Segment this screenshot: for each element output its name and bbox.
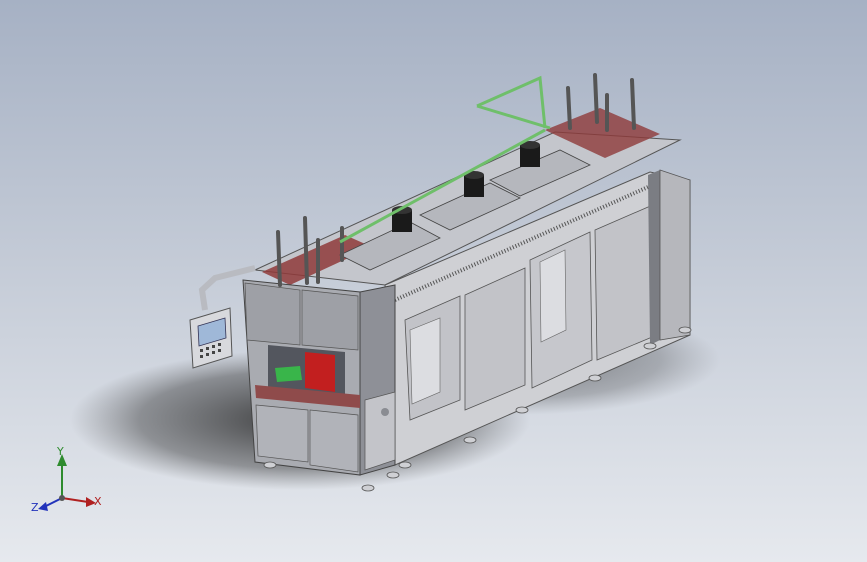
coordinate-triad <box>38 454 96 511</box>
cad-viewport[interactable]: Y X Z <box>0 0 867 562</box>
x-axis-label: X <box>94 495 102 508</box>
machine-front-cabinet <box>242 279 396 476</box>
z-axis-arrow <box>38 502 48 511</box>
z-axis-label: Z <box>31 501 39 514</box>
y-axis-label: Y <box>56 445 64 458</box>
machine-model-view: Y X Z <box>31 73 720 514</box>
